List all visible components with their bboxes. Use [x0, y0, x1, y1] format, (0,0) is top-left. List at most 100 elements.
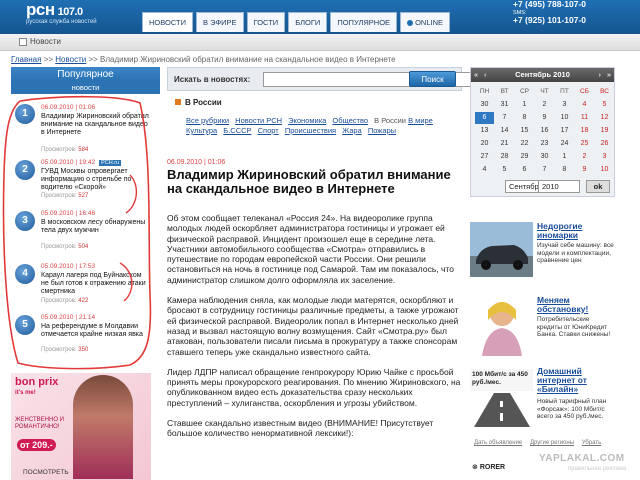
search-button[interactable]: Поиск: [409, 71, 456, 87]
ad-beeline-title[interactable]: Домашний интернет от «Билайн»: [537, 367, 617, 394]
rubric-incidents[interactable]: Происшествия: [285, 126, 336, 135]
calendar-day[interactable]: 7: [495, 112, 514, 124]
calendar-day[interactable]: 14: [495, 125, 514, 137]
ad-more-link[interactable]: ПОСМОТРЕТЬ: [23, 469, 69, 476]
site-logo[interactable]: рсн 107.0: [26, 0, 83, 20]
rubric-heat[interactable]: Жара: [342, 126, 362, 135]
breadcrumb-home[interactable]: Главная: [11, 55, 41, 64]
ad-cars-text: Изучай себе машину: все модели и комплек…: [537, 242, 614, 264]
calendar-day[interactable]: 20: [475, 138, 494, 150]
calendar-day[interactable]: 16: [535, 125, 554, 137]
calendar-day[interactable]: 1: [515, 99, 534, 111]
calendar-day[interactable]: 30: [535, 151, 554, 163]
calendar-day[interactable]: 29: [515, 151, 534, 163]
breadcrumb-current: Владимир Жириновский обратил внимание на…: [100, 55, 396, 64]
calendar-day[interactable]: 3: [595, 151, 614, 163]
calendar-day[interactable]: 15: [515, 125, 534, 137]
calendar-day[interactable]: 2: [575, 151, 594, 163]
popular-link-2[interactable]: ГУВД Москвы опровергает информацию о стр…: [41, 168, 149, 192]
nav-item-on-air[interactable]: В ЭФИРЕ: [195, 12, 244, 32]
calendar-day[interactable]: 23: [535, 138, 554, 150]
popular-link-1[interactable]: Владимир Жириновский обратил внимание на…: [41, 113, 149, 137]
breadcrumb-news[interactable]: Новости: [55, 55, 86, 64]
calendar-day[interactable]: 6: [515, 164, 534, 176]
calendar-day[interactable]: 2: [535, 99, 554, 111]
calendar-day[interactable]: 1: [555, 151, 574, 163]
nav-item-popular[interactable]: ПОПУЛЯРНОЕ: [330, 12, 398, 32]
calendar-day[interactable]: 4: [575, 99, 594, 111]
calendar-day[interactable]: 5: [495, 164, 514, 176]
calendar-weekday: СБ: [580, 88, 589, 95]
calendar-day[interactable]: 22: [515, 138, 534, 150]
rubric-culture[interactable]: Культура: [186, 126, 217, 135]
calendar-next-month-icon[interactable]: ›: [599, 68, 602, 82]
calendar-ok-button[interactable]: ok: [586, 180, 610, 193]
calendar-weekday: ВТ: [500, 88, 509, 95]
rubric-fires[interactable]: Пожары: [368, 126, 396, 135]
views-count: 504: [78, 244, 89, 250]
ad-link-post[interactable]: Дать объявление: [474, 440, 522, 446]
ad-cars[interactable]: Недорогие иномарки Изучай себе машину: в…: [470, 222, 615, 280]
calendar-day[interactable]: 8: [515, 112, 534, 124]
calendar-day[interactable]: 21: [495, 138, 514, 150]
calendar-day[interactable]: 25: [575, 138, 594, 150]
calendar-day[interactable]: 5: [595, 99, 614, 111]
calendar-day[interactable]: 13: [475, 125, 494, 137]
ad-link-remove[interactable]: Убрать: [582, 440, 602, 446]
popular-link-3[interactable]: В московском лесу обнаружены тела двух м…: [41, 219, 149, 235]
calendar-day[interactable]: 8: [555, 164, 574, 176]
nav-item-news[interactable]: НОВОСТИ: [142, 12, 193, 32]
rubric-all[interactable]: Все рубрики: [186, 116, 229, 125]
ad-cars-title[interactable]: Недорогие иномарки: [537, 222, 617, 240]
calendar-day[interactable]: 7: [535, 164, 554, 176]
calendar-day[interactable]: 31: [495, 99, 514, 111]
rank-3-icon: 3: [15, 211, 35, 231]
calendar-day[interactable]: 6: [475, 112, 494, 124]
calendar-day[interactable]: 27: [475, 151, 494, 163]
popular-news-panel: Популярное новости 1 06.09.2010 | 01:06 …: [11, 67, 160, 362]
calendar-day[interactable]: 26: [595, 138, 614, 150]
calendar-day[interactable]: 9: [575, 164, 594, 176]
rubric-rsn[interactable]: Новости РСН: [235, 116, 282, 125]
calendar-next-year-icon[interactable]: »: [607, 68, 611, 82]
popular-link-5[interactable]: На референдуме в Молдавии отмечается кра…: [41, 323, 149, 339]
nav-item-online[interactable]: ONLINE: [400, 12, 450, 32]
logo-text: рсн: [26, 0, 55, 19]
popular-link-4[interactable]: Караул лагеря под Буйнакском не был гото…: [41, 272, 149, 296]
rorer-logo[interactable]: ⊗ RORER: [472, 463, 505, 471]
calendar-day[interactable]: 11: [575, 112, 594, 124]
ad-bank[interactable]: Меняем обстановку! Потребительские креди…: [470, 296, 615, 356]
nav-item-guests[interactable]: ГОСТИ: [246, 12, 286, 32]
calendar-day[interactable]: 3: [555, 99, 574, 111]
calendar-day[interactable]: 4: [475, 164, 494, 176]
rubric-ussr[interactable]: Б.СССР: [223, 126, 251, 135]
rubric-world[interactable]: В мире: [408, 116, 433, 125]
ad-bank-text: Потребительские кредиты от ЮниКредит Бан…: [537, 316, 611, 338]
calendar-day[interactable]: 9: [535, 112, 554, 124]
rank-4-icon: 4: [15, 264, 35, 284]
calendar-day[interactable]: 19: [595, 125, 614, 137]
logo-frequency: 107.0: [57, 6, 84, 18]
calendar-day[interactable]: 28: [495, 151, 514, 163]
calendar-day[interactable]: 10: [595, 164, 614, 176]
calendar-day[interactable]: 18: [575, 125, 594, 137]
calendar-prev-year-icon[interactable]: «: [474, 68, 478, 82]
bonprix-ad[interactable]: bon prix it's me! ЖЕНСТВЕННО И РОМАНТИЧНО…: [11, 373, 151, 480]
calendar-day[interactable]: 12: [595, 112, 614, 124]
ad-beeline[interactable]: 100 Мбит/с за 450 руб./мес. Домашний инт…: [470, 367, 615, 437]
calendar-day[interactable]: 17: [555, 125, 574, 137]
calendar-day[interactable]: 30: [475, 99, 494, 111]
calendar-day[interactable]: 10: [555, 112, 574, 124]
nav-item-blogs[interactable]: БЛОГИ: [288, 12, 328, 32]
calendar-prev-month-icon[interactable]: ‹: [484, 68, 487, 82]
ad-bank-title[interactable]: Меняем обстановку!: [537, 296, 617, 314]
ad-link-regions[interactable]: Другие регионы: [530, 440, 574, 446]
rubric-sport[interactable]: Спорт: [258, 126, 279, 135]
popular-date: 05.09.2010 | 16:46: [41, 210, 96, 217]
rubric-economy[interactable]: Экономика: [288, 116, 326, 125]
rubric-society[interactable]: Общество: [332, 116, 368, 125]
beeline-ad-caption: 100 Мбит/с за 450 руб./мес.: [472, 371, 528, 386]
strip-label[interactable]: Новости: [30, 37, 61, 46]
calendar-year-select[interactable]: 2010: [538, 180, 580, 193]
calendar-day[interactable]: 24: [555, 138, 574, 150]
